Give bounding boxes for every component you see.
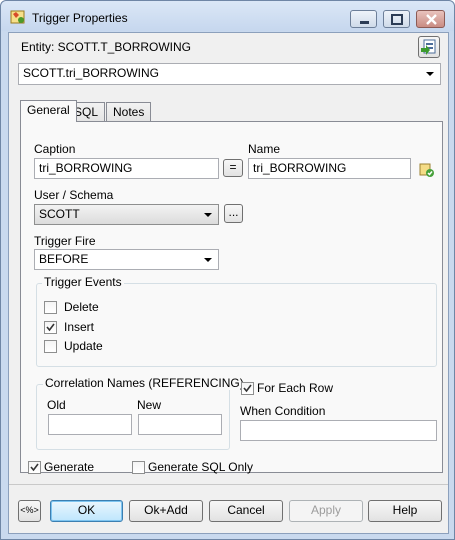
name-check-icon[interactable] (419, 162, 435, 181)
checkmark-icon (30, 463, 39, 472)
dialog-window: Trigger Properties Entity: SCOTT.T_BORRO… (0, 0, 455, 540)
close-button[interactable] (416, 10, 445, 28)
generate-sql-only-checkbox[interactable] (132, 461, 145, 474)
maximize-button[interactable] (383, 10, 410, 28)
footer-divider (9, 484, 448, 485)
ok-add-button[interactable]: Ok+Add (129, 500, 203, 522)
delete-checkbox[interactable] (44, 301, 57, 314)
trigger-events-title: Trigger Events (42, 275, 124, 289)
ok-button[interactable]: OK (50, 500, 123, 522)
update-checkbox[interactable] (44, 340, 57, 353)
general-tab-panel: Caption tri_BORROWING = Name tri_BORROWI… (20, 121, 443, 474)
trigger-fire-label: Trigger Fire (34, 234, 96, 248)
checkmark-icon (243, 384, 252, 393)
old-input[interactable] (48, 414, 132, 435)
trigger-app-icon (10, 9, 26, 25)
chevron-down-icon (204, 213, 212, 217)
entity-properties-icon (421, 39, 436, 55)
tab-notes[interactable]: Notes (106, 102, 152, 122)
generate-sql-only-label: Generate SQL Only (148, 460, 253, 474)
delete-label: Delete (64, 300, 99, 314)
generate-checkbox[interactable] (28, 461, 41, 474)
entity-label: Entity: SCOTT.T_BORROWING (21, 40, 192, 54)
tab-notes-label: Notes (113, 105, 145, 119)
entity-properties-button[interactable] (418, 36, 440, 58)
window-title: Trigger Properties (32, 11, 128, 25)
sync-name-button[interactable]: = (223, 159, 243, 177)
old-label: Old (47, 398, 66, 412)
chevron-down-icon (204, 258, 212, 262)
insert-checkbox[interactable] (44, 321, 57, 334)
tab-general[interactable]: General (20, 100, 77, 122)
insert-label: Insert (64, 320, 95, 334)
minimize-button[interactable] (350, 10, 377, 28)
user-schema-value: SCOTT (39, 207, 80, 221)
trigger-fire-select[interactable]: BEFORE (34, 249, 219, 270)
user-schema-select[interactable]: SCOTT (34, 204, 219, 225)
new-label: New (137, 398, 162, 412)
new-input[interactable] (138, 414, 222, 435)
update-label: Update (64, 339, 103, 353)
cancel-button[interactable]: Cancel (209, 500, 283, 522)
entity-select-value: SCOTT.tri_BORROWING (23, 66, 160, 80)
entity-select[interactable]: SCOTT.tri_BORROWING (18, 63, 441, 85)
checkmark-icon (46, 323, 55, 332)
user-schema-label: User / Schema (34, 188, 114, 202)
generate-label: Generate (44, 460, 95, 474)
browse-schema-button[interactable]: ... (224, 204, 243, 223)
correlation-names-title: Correlation Names (REFERENCING) (43, 376, 246, 390)
title-bar[interactable]: Trigger Properties (1, 1, 454, 31)
name-label: Name (248, 142, 281, 156)
correlation-names-group: Correlation Names (REFERENCING) Old New (36, 376, 246, 450)
tab-sql-label: SQL (74, 105, 99, 119)
caption-label: Caption (34, 142, 76, 156)
tab-general-label: General (27, 103, 70, 117)
trigger-fire-value: BEFORE (39, 252, 89, 266)
for-each-row-checkbox[interactable] (241, 382, 254, 395)
caption-input[interactable]: tri_BORROWING (34, 158, 219, 179)
apply-button[interactable]: Apply (289, 500, 363, 522)
when-condition-input[interactable] (240, 420, 437, 441)
dialog-body: Entity: SCOTT.T_BORROWING SCOTT.tri_BORR… (8, 32, 449, 534)
when-condition-label: When Condition (240, 404, 326, 418)
name-input[interactable]: tri_BORROWING (248, 158, 411, 179)
trigger-events-group: Trigger Events Delete Insert Update (36, 275, 437, 367)
for-each-row-label: For Each Row (257, 381, 334, 395)
help-button[interactable]: Help (368, 500, 442, 522)
chevron-down-icon (426, 72, 434, 76)
navigate-code-button[interactable]: <%> (18, 500, 41, 522)
